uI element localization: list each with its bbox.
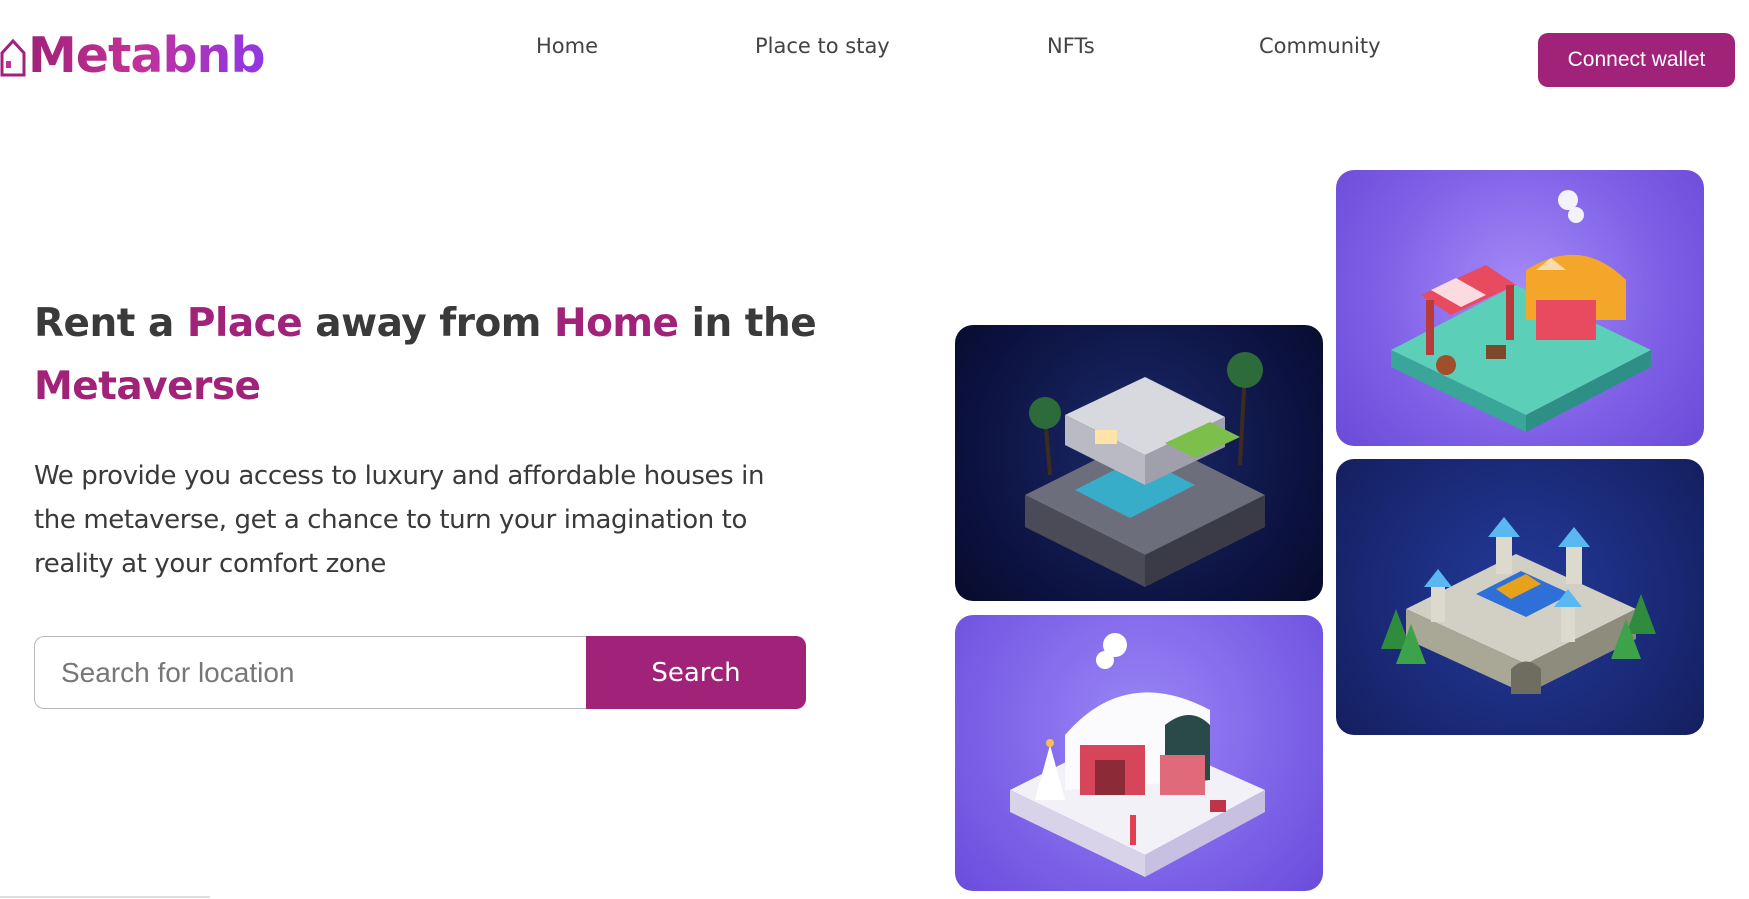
snow-house-image — [955, 615, 1323, 891]
headline-text: away from — [302, 301, 554, 346]
castle-illustration — [1381, 517, 1656, 694]
headline-accent-home: Home — [553, 301, 679, 346]
snow-house-illustration — [1010, 633, 1265, 877]
main-nav: Home Place to stay NFTs Community — [0, 34, 1749, 64]
castle-image — [1336, 459, 1704, 735]
search-bar: Search — [34, 636, 806, 709]
nav-home-link[interactable]: Home — [536, 34, 598, 58]
nav-nfts-link[interactable]: NFTs — [1047, 34, 1095, 58]
headline-text: in the — [678, 301, 817, 346]
market-illustration — [1391, 190, 1651, 432]
modern-villa-image — [955, 325, 1323, 601]
headline-text: Rent a — [34, 301, 187, 346]
nav-place-to-stay-link[interactable]: Place to stay — [755, 34, 890, 58]
villa-illustration — [1025, 352, 1265, 587]
headline-accent-metaverse: Metaverse — [34, 364, 261, 409]
headline-accent-place: Place — [186, 301, 303, 346]
nav-community-link[interactable]: Community — [1259, 34, 1381, 58]
hero-headline: Rent a Place away from Home in the Metav… — [34, 292, 834, 418]
search-input[interactable] — [34, 636, 586, 709]
market-stall-image — [1336, 170, 1704, 446]
connect-wallet-button[interactable]: Connect wallet — [1538, 33, 1735, 87]
divider — [0, 896, 210, 898]
search-button[interactable]: Search — [586, 636, 806, 709]
hero-subtext: We provide you access to luxury and affo… — [34, 461, 765, 579]
